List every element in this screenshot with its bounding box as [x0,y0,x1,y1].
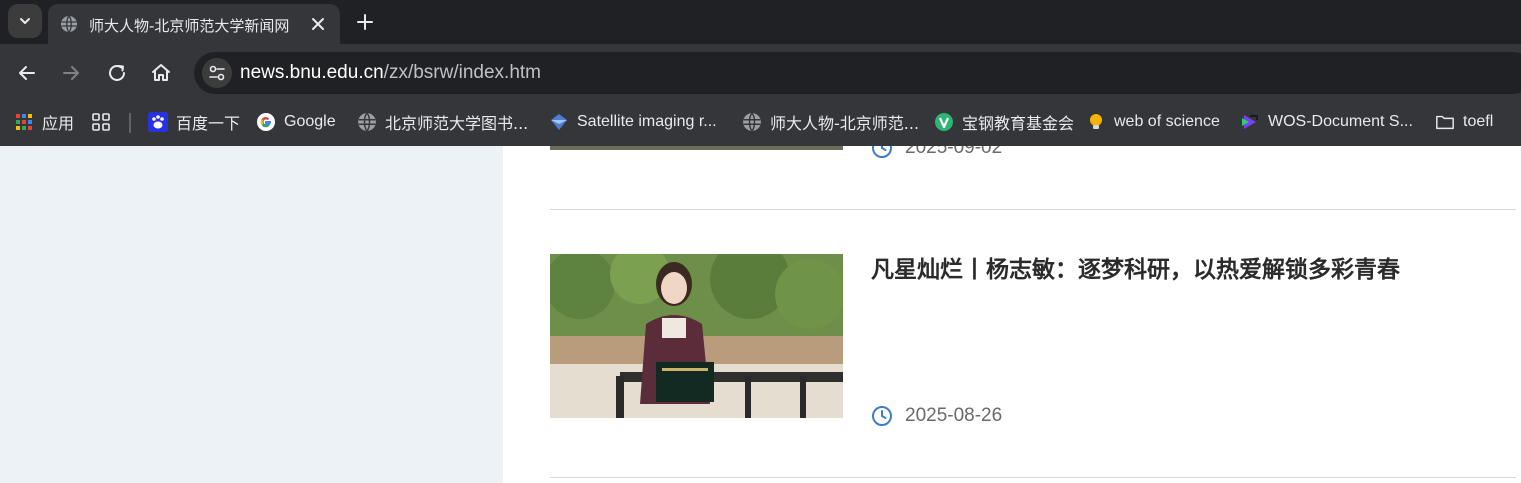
bookmark-label: Google [284,113,336,130]
baidu-paw-icon [148,112,168,132]
bookmarks-bar: 应用 百度一下 Google 北京师范大学图书... Satellite ima… [0,102,1521,146]
bookmark-google[interactable]: Google [256,110,336,134]
bookmark-wos-document[interactable]: WOS-Document S... [1240,110,1413,134]
left-sidebar [0,146,503,483]
divider [550,209,1516,210]
site-info-button[interactable] [202,58,232,88]
article-thumbnail[interactable] [550,254,843,418]
bookmark-satellite[interactable]: Satellite imaging r... [549,110,717,134]
bookmark-label: toefl [1463,113,1494,130]
tab-strip: 师大人物-北京师范大学新闻网 [0,0,1521,44]
bookmark-toefl-folder[interactable]: toefl [1435,110,1493,134]
globe-icon [743,112,761,132]
home-icon[interactable] [149,61,173,85]
bookmark-label: WOS-Document S... [1268,113,1413,130]
bookmark-label: Satellite imaging r... [577,113,717,130]
clock-icon [872,146,892,158]
tab-search-button[interactable] [8,4,42,38]
folder-icon [1436,115,1454,130]
chevron-down-icon [20,18,30,24]
url-host: news.bnu.edu.cn [240,62,384,83]
previous-article-date: 2025-09-02 [871,146,1002,159]
previous-article-thumbnail[interactable] [550,146,843,150]
bookmark-label: 宝钢教育基金会 [962,114,1075,133]
bookmark-apps[interactable]: 应用 [14,110,74,134]
date-text: 2025-09-02 [905,146,1003,158]
bookmark-label: 师大人物-北京师范... [770,114,920,133]
bookmark-label: 应用 [42,114,75,133]
bookmark-bnu-people[interactable]: 师大人物-北京师范... [742,110,919,134]
bookmark-label: web of science [1114,113,1220,130]
tab-active[interactable]: 师大人物-北京师范大学新闻网 [48,4,340,44]
back-arrow-icon[interactable] [15,61,39,85]
bookmark-separator [129,113,131,133]
satellite-gem-icon [551,114,567,130]
bookmark-baosteel[interactable]: 宝钢教育基金会 [934,110,1074,134]
forward-arrow-icon[interactable] [59,61,83,85]
bookmark-bnu-library[interactable]: 北京师范大学图书... [357,110,528,134]
address-bar[interactable]: news.bnu.edu.cn/zx/bsrw/index.htm [194,52,1521,94]
tab-groups-icon [92,113,110,131]
url-text[interactable]: news.bnu.edu.cn/zx/bsrw/index.htm [240,62,541,84]
article-photo [550,254,843,418]
date-text: 2025-08-26 [905,405,1003,426]
article-date: 2025-08-26 [871,405,1002,427]
divider [550,477,1516,478]
article-title[interactable]: 凡星灿烂丨杨志敏：逐梦科研，以热爱解锁多彩青春 [871,250,1400,284]
bookmark-label: 百度一下 [176,114,241,133]
bookmark-baidu[interactable]: 百度一下 [148,110,240,134]
tune-icon [209,65,225,81]
wos-logo-icon [1242,115,1258,129]
clock-icon [872,406,892,426]
tab-title: 师大人物-北京师范大学新闻网 [89,17,290,35]
lightbulb-icon [1090,114,1102,129]
reload-icon[interactable] [105,61,129,85]
google-g-icon [257,113,275,131]
browser-toolbar: news.bnu.edu.cn/zx/bsrw/index.htm [0,44,1521,102]
globe-icon [358,112,376,132]
bookmark-label: 北京师范大学图书... [385,114,529,133]
green-v-icon [935,113,953,131]
close-icon[interactable] [308,14,328,34]
apps-grid-icon [16,114,32,130]
url-path: /zx/bsrw/index.htm [383,62,541,83]
page-content: 2025-09-02 凡星灿烂丨杨志敏：逐梦科研，以热爱解锁多彩青春 2025-… [0,146,1521,483]
new-tab-plus-icon[interactable] [353,10,377,34]
bookmark-web-of-science[interactable]: web of science [1086,110,1220,134]
globe-icon [61,15,77,33]
bookmark-tab-groups[interactable] [91,110,119,134]
